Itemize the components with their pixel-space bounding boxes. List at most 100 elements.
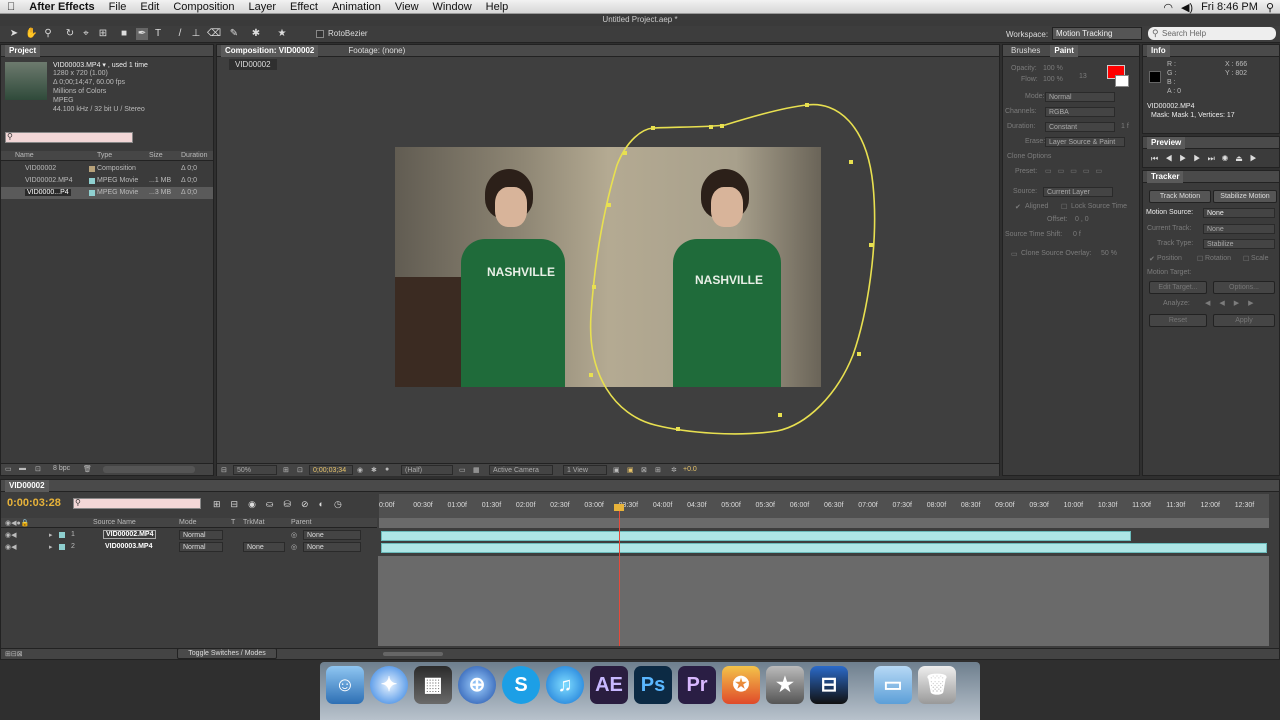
track-motion-button[interactable]: Track Motion [1149, 190, 1211, 203]
channel-icon[interactable]: ● [385, 466, 389, 473]
overlay-toggle[interactable]: ▭ [1011, 250, 1018, 258]
parent-pickwhip-icon[interactable]: ◎ [291, 543, 297, 551]
show-snapshot-icon[interactable]: ✱ [371, 466, 377, 474]
reset-button[interactable]: Reset [1149, 314, 1207, 327]
pen-tool-icon[interactable]: ✒ [136, 28, 148, 40]
zoom-tool-icon[interactable]: ⚲ [42, 28, 54, 40]
menu-view[interactable]: View [388, 1, 426, 13]
brushes-tab[interactable]: Brushes [1007, 45, 1044, 57]
menu-animation[interactable]: Animation [325, 1, 388, 13]
timeline-timecode[interactable]: 0:00:03:28 [7, 497, 61, 509]
search-help-input[interactable]: Search Help [1148, 27, 1276, 40]
imovie-icon[interactable]: ★ [766, 666, 804, 704]
mode-dropdown[interactable]: Normal [1045, 92, 1115, 102]
list-item[interactable]: VID0000...P4 MPEG Movie ...3 MB Δ 0;0 [1, 187, 213, 199]
project-scrollbar[interactable] [103, 466, 195, 473]
trash-icon[interactable]: 🗑 [83, 465, 92, 473]
menu-help[interactable]: Help [479, 1, 516, 13]
volume-icon[interactable]: ◀) [1181, 1, 1193, 14]
project-tab[interactable]: Project [5, 44, 41, 57]
mask-path[interactable] [217, 45, 1001, 477]
snapshot-icon[interactable]: ◉ [357, 466, 363, 474]
brush-tool-icon[interactable]: / [174, 28, 186, 40]
layer-row[interactable]: ◉◀ ▸ 2 VID00003.MP4 Normal None ◎ None [1, 542, 377, 553]
zoom-slider[interactable] [383, 652, 443, 656]
toggle-switches-modes-button[interactable]: Toggle Switches / Modes [177, 648, 277, 659]
stabilize-motion-button[interactable]: Stabilize Motion [1213, 190, 1277, 203]
visibility-icon[interactable]: ◉◀ [5, 531, 17, 539]
exposure-value[interactable]: +0.0 [683, 466, 697, 473]
project-search-input[interactable] [5, 132, 133, 143]
menu-effect[interactable]: Effect [283, 1, 325, 13]
hand-tool-icon[interactable]: ✋ [25, 28, 37, 40]
toggle-pixel-icon[interactable]: ▣ [613, 466, 620, 474]
mode-dropdown[interactable]: Normal [179, 542, 223, 552]
camera-dropdown[interactable]: Active Camera [489, 465, 553, 475]
parent-dropdown[interactable]: None [303, 542, 361, 552]
type-tool-icon[interactable]: T [152, 28, 164, 40]
resolution-dropdown[interactable]: (Half) [401, 465, 453, 475]
timeline-search-input[interactable] [73, 498, 201, 509]
menu-layer[interactable]: Layer [242, 1, 284, 13]
background-color-swatch[interactable] [1115, 75, 1129, 87]
offset-value[interactable]: 0 , 0 [1075, 216, 1089, 223]
preview-tab[interactable]: Preview [1147, 136, 1186, 149]
interpret-footage-icon[interactable]: ▭ [5, 465, 12, 473]
list-item[interactable]: VID00002.MP4 MPEG Movie ...1 MB Δ 0;0 [1, 175, 213, 187]
zoom-dropdown[interactable]: 50% [233, 465, 277, 475]
skype-icon[interactable]: S [502, 666, 540, 704]
current-time-field[interactable]: 0;00;03;34 [309, 465, 353, 475]
flowchart-icon[interactable]: ⊞ [655, 466, 661, 474]
spotlight-icon[interactable]: ⚲ [1266, 1, 1274, 14]
expand-icon[interactable]: ⊞⊟⊠ [5, 650, 23, 658]
overlay-value[interactable]: 50 % [1101, 250, 1117, 257]
eraser-tool-icon[interactable]: ⌫ [207, 28, 221, 40]
mask-visibility-icon[interactable]: ⊡ [297, 466, 303, 474]
erase-dropdown[interactable]: Layer Source & Paint [1045, 137, 1125, 147]
pan-behind-tool-icon[interactable]: ⊞ [97, 28, 109, 40]
lock-source-checkbox[interactable]: ☐ [1061, 203, 1067, 211]
analyze-buttons[interactable]: ◀◀▶▶ [1205, 299, 1263, 307]
media-app-icon[interactable]: ✪ [722, 666, 760, 704]
info-tab[interactable]: Info [1147, 44, 1170, 57]
tracker-tab[interactable]: Tracker [1147, 170, 1184, 183]
clone-stamp-tool-icon[interactable]: ⊥ [190, 28, 202, 40]
list-item[interactable]: VID00002 Composition Δ 0;0 [1, 163, 213, 175]
track-type-dropdown[interactable]: Stabilize [1203, 239, 1275, 249]
timeline-empty-area[interactable] [378, 556, 1269, 646]
source-dropdown[interactable]: Current Layer [1043, 187, 1113, 197]
apple-icon[interactable]:  [0, 1, 22, 13]
premiere-icon[interactable]: Pr [678, 666, 716, 704]
layer-name[interactable]: VID00002.MP4 [103, 530, 157, 539]
opacity-value[interactable]: 100 % [1043, 65, 1063, 72]
region-of-interest-icon[interactable]: ▭ [459, 466, 466, 474]
twirl-icon[interactable]: ▸ [49, 543, 53, 551]
safari-icon[interactable]: ✦ [370, 666, 408, 704]
new-folder-icon[interactable]: ▬ [19, 465, 26, 472]
duration-dropdown[interactable]: Constant [1045, 122, 1115, 132]
channels-dropdown[interactable]: RGBA [1045, 107, 1115, 117]
paint-tab[interactable]: Paint [1050, 44, 1078, 57]
rotate-tool-icon[interactable]: ↻ [64, 28, 76, 40]
scale-checkbox[interactable]: ☐ [1243, 255, 1249, 263]
col-name[interactable]: Name [15, 152, 34, 159]
mode-dropdown[interactable]: Normal [179, 530, 223, 540]
new-comp-icon[interactable]: ⊡ [35, 465, 41, 473]
selection-tool-icon[interactable]: ➤ [8, 28, 20, 40]
edit-target-button[interactable]: Edit Target... [1149, 281, 1207, 294]
preview-controls[interactable]: ⏮◀▶▶⏭◉⏏▶ [1151, 154, 1264, 164]
after-effects-icon[interactable]: AE [590, 666, 628, 704]
timeline-switches[interactable]: ⊞⊟◉⛀⛁⊘◐◷ [213, 499, 352, 510]
camera-tool-icon[interactable]: ⌖ [80, 28, 92, 40]
motion-source-dropdown[interactable]: None [1203, 208, 1275, 218]
trash-icon[interactable]: 🗑 [918, 666, 956, 704]
layer-row[interactable]: ◉◀ ▸ 1 VID00002.MP4 Normal ◎ None [1, 530, 377, 541]
current-track-dropdown[interactable]: None [1203, 224, 1275, 234]
rotation-checkbox[interactable]: ☐ [1197, 255, 1203, 263]
flow-value[interactable]: 100 % [1043, 76, 1063, 83]
layer-bar[interactable] [381, 543, 1267, 553]
menu-composition[interactable]: Composition [166, 1, 241, 13]
current-time-indicator[interactable] [619, 506, 620, 646]
mission-control-icon[interactable]: ▦ [414, 666, 452, 704]
exposure-icon[interactable]: ✲ [671, 466, 677, 474]
